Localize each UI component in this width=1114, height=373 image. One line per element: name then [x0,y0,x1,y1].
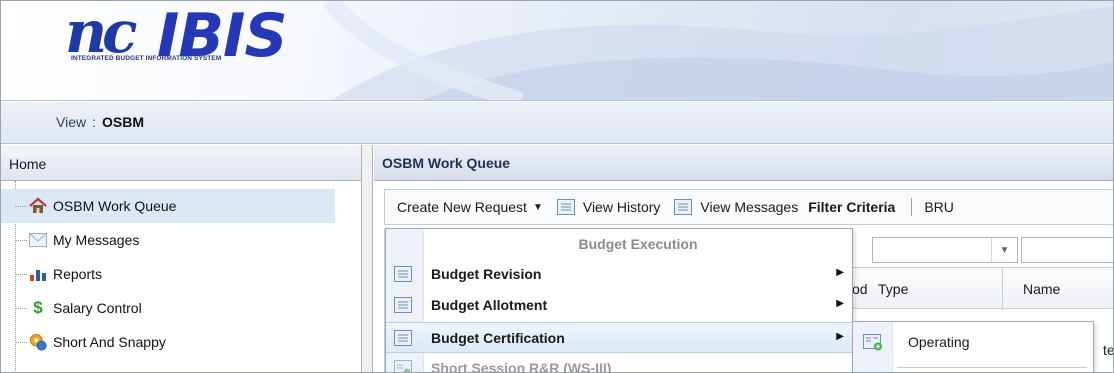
menu-item-label: Short Session R&R (WS-III) [431,360,612,373]
nav-item-osbm-work-queue[interactable]: OSBM Work Queue [1,189,335,223]
view-separator: : [92,114,96,130]
form-add-icon [394,360,412,372]
submenu-separator [897,367,1087,368]
list-icon [394,330,412,346]
gear-coin-icon [29,333,47,351]
column-filter-select[interactable]: ▼ [872,237,1018,263]
list-icon [394,297,412,313]
create-new-request-button[interactable]: Create New Request ▼ [397,199,543,215]
list-icon [556,199,575,215]
grid-header-row: od Type Name [850,267,1113,310]
column-header-period[interactable]: od [852,281,868,297]
menu-item-label: Budget Allotment [431,297,548,313]
home-panel: Home OSBM Work Queue My Messages Reports… [1,145,361,372]
submenu-arrow-icon: ▶ [836,267,844,278]
toolbar-separator [911,198,913,216]
envelope-icon [29,231,47,249]
form-add-icon [863,334,882,351]
bru-filter-label[interactable]: BRU [924,199,954,215]
submenu-item-operating[interactable]: Operating [853,326,1093,358]
nav-item-label: My Messages [53,232,140,248]
home-tree: OSBM Work Queue My Messages Reports $ Sa… [1,181,361,371]
bar-chart-icon [29,265,47,283]
nav-item-reports[interactable]: Reports [1,257,335,291]
filter-criteria-label[interactable]: Filter Criteria [808,199,895,215]
dollar-icon: $ [33,298,43,317]
budget-certification-submenu: Operating [852,321,1094,372]
view-history-button[interactable]: View History [556,199,661,215]
chevron-down-icon: ▼ [991,238,1017,262]
nav-item-salary-control[interactable]: $ Salary Control [1,291,335,325]
submenu-arrow-icon: ▶ [836,331,844,342]
view-label: View [56,114,87,130]
menu-section-header: Budget Execution [578,236,698,252]
column-divider [1002,268,1003,310]
menu-item-label: Budget Certification [431,330,565,346]
nav-item-label: OSBM Work Queue [53,198,177,214]
submenu-item-label: Operating [908,334,970,350]
work-queue-title: OSBM Work Queue [374,145,1113,181]
work-queue-toolbar: Create New Request ▼ View History View M… [384,189,1113,225]
list-icon [674,199,693,215]
view-messages-button[interactable]: View Messages [674,199,798,215]
nav-item-my-messages[interactable]: My Messages [1,223,335,257]
logo-script: nc [65,1,138,66]
nav-item-label: Short And Snappy [53,334,166,350]
logo-tagline: INTEGRATED BUDGET INFORMATION SYSTEM [71,55,222,62]
nav-item-label: Salary Control [53,300,142,316]
nav-item-short-and-snappy[interactable]: Short And Snappy [1,325,335,359]
house-icon [29,197,47,215]
menu-item-short-session-rr[interactable]: Short Session R&R (WS-III) [386,353,852,373]
column-filter-input[interactable] [1021,237,1113,263]
nav-item-label: Reports [53,266,103,282]
create-new-request-label: Create New Request [397,199,527,215]
menu-item-label: Budget Revision [431,266,542,282]
caret-down-icon: ▼ [532,201,543,213]
list-icon [394,266,412,282]
view-bar: View: OSBM [1,102,1113,144]
menu-item-budget-revision[interactable]: Budget Revision ▶ [386,259,852,290]
submenu-arrow-icon: ▶ [836,298,844,309]
home-panel-title[interactable]: Home [1,145,361,181]
grid-cell-fragment[interactable]: tem [1103,342,1113,358]
column-header-type[interactable]: Type [878,281,908,297]
menu-item-budget-allotment[interactable]: Budget Allotment ▶ [386,290,852,321]
app-window: nc IBIS INTEGRATED BUDGET INFORMATION SY… [0,0,1114,373]
menu-item-budget-certification[interactable]: Budget Certification ▶ [386,322,852,353]
view-messages-label: View Messages [700,199,799,215]
view-history-label: View History [582,199,661,215]
view-value[interactable]: OSBM [102,114,144,130]
create-new-request-menu: Budget Execution Budget Revision ▶ Budge… [385,228,853,373]
ncibis-logo: nc IBIS INTEGRATED BUDGET INFORMATION SY… [65,3,335,71]
panel-splitter[interactable] [361,145,373,372]
app-banner: nc IBIS INTEGRATED BUDGET INFORMATION SY… [1,1,1113,101]
column-header-name[interactable]: Name [1023,281,1060,297]
